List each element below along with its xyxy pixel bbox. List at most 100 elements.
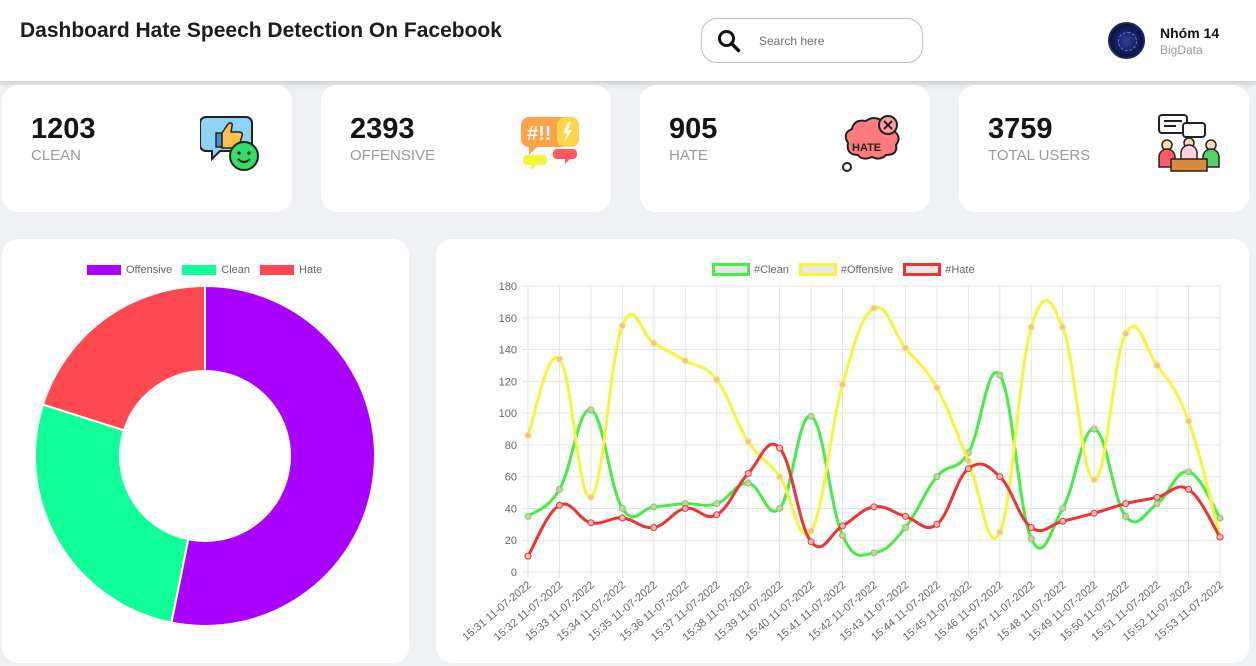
data-point-hate[interactable] — [1216, 533, 1224, 541]
clean-count: 1203 — [31, 113, 96, 145]
data-point-clean[interactable] — [618, 504, 626, 512]
donut-slice-offensive[interactable] — [170, 284, 376, 627]
legend-item-line-hate[interactable]: #Hate — [903, 263, 975, 276]
data-point-hate[interactable] — [870, 503, 878, 511]
line-chart[interactable]: 02040608010012014016018015:31 11-07-2022… — [436, 239, 1249, 663]
data-point-offensive[interactable] — [1027, 323, 1035, 331]
data-point-offensive[interactable] — [964, 457, 972, 465]
data-point-clean[interactable] — [901, 524, 909, 532]
donut-chart[interactable] — [2, 239, 409, 663]
data-point-clean[interactable] — [1090, 425, 1098, 433]
y-tick-label: 60 — [505, 472, 517, 484]
data-point-hate[interactable] — [1153, 493, 1161, 501]
data-point-offensive[interactable] — [807, 527, 815, 535]
data-point-offensive[interactable] — [681, 357, 689, 365]
avatar[interactable] — [1108, 22, 1145, 59]
legend-item-hate[interactable]: Hate — [260, 264, 322, 276]
data-point-clean[interactable] — [1059, 504, 1067, 512]
legend-item-line-clean[interactable]: #Clean — [712, 263, 789, 276]
data-point-offensive[interactable] — [618, 322, 626, 330]
data-point-offensive[interactable] — [713, 376, 721, 384]
total-users-count: 3759 — [988, 113, 1053, 145]
data-point-clean[interactable] — [1185, 468, 1193, 476]
legend-item-line-offensive[interactable]: #Offensive — [798, 263, 893, 276]
search-box[interactable] — [701, 18, 923, 63]
data-point-hate[interactable] — [964, 465, 972, 473]
hate-count: 905 — [669, 113, 718, 145]
data-point-offensive[interactable] — [1059, 323, 1067, 331]
data-point-offensive[interactable] — [933, 384, 941, 392]
data-point-clean[interactable] — [524, 512, 532, 520]
data-point-hate[interactable] — [807, 538, 815, 546]
data-point-clean[interactable] — [587, 406, 595, 414]
data-point-clean[interactable] — [933, 473, 941, 481]
search-input[interactable] — [759, 31, 909, 51]
data-point-hate[interactable] — [744, 469, 752, 477]
data-point-hate[interactable] — [587, 519, 595, 527]
people-chat-icon — [1158, 114, 1220, 172]
data-point-hate[interactable] — [839, 522, 847, 530]
data-point-clean[interactable] — [1153, 500, 1161, 508]
data-point-offensive[interactable] — [555, 355, 563, 363]
data-point-clean[interactable] — [807, 412, 815, 420]
data-point-hate[interactable] — [776, 444, 784, 452]
data-point-clean[interactable] — [650, 503, 658, 511]
donut-legend: Offensive Clean Hate — [87, 264, 332, 276]
data-point-hate[interactable] — [996, 473, 1004, 481]
data-point-clean[interactable] — [776, 504, 784, 512]
data-point-offensive[interactable] — [1122, 330, 1130, 338]
data-point-hate[interactable] — [1027, 524, 1035, 532]
data-point-clean[interactable] — [713, 500, 721, 508]
data-point-clean[interactable] — [1122, 512, 1130, 520]
data-point-hate[interactable] — [524, 552, 532, 560]
legend-label-hate: Hate — [299, 264, 323, 276]
y-tick-label: 160 — [499, 313, 517, 325]
data-point-offensive[interactable] — [587, 493, 595, 501]
data-point-clean[interactable] — [744, 479, 752, 487]
search-icon[interactable] — [717, 29, 741, 53]
legend-item-offensive[interactable]: Offensive — [87, 264, 172, 276]
offensive-label: OFFENSIVE — [350, 147, 436, 164]
legend-label-line-hate: #Hate — [945, 263, 975, 276]
legend-label-clean: Clean — [221, 264, 251, 276]
data-point-clean[interactable] — [1027, 535, 1035, 543]
data-point-clean[interactable] — [555, 485, 563, 493]
data-point-offensive[interactable] — [870, 304, 878, 312]
clean-label: CLEAN — [31, 147, 82, 164]
data-point-clean[interactable] — [839, 531, 847, 539]
data-point-hate[interactable] — [555, 501, 563, 509]
hashtag-chat-bubble-icon: #!! — [521, 117, 579, 170]
data-point-offensive[interactable] — [1090, 476, 1098, 484]
data-point-hate[interactable] — [713, 511, 721, 519]
thumbs-up-smile-icon — [200, 116, 259, 171]
data-point-hate[interactable] — [1090, 509, 1098, 517]
legend-swatch-clean — [182, 265, 217, 275]
data-point-offensive[interactable] — [996, 528, 1004, 536]
data-point-offensive[interactable] — [776, 473, 784, 481]
data-point-hate[interactable] — [650, 524, 658, 532]
data-point-clean[interactable] — [1216, 514, 1224, 522]
y-tick-label: 100 — [499, 408, 517, 420]
data-point-offensive[interactable] — [744, 438, 752, 446]
donut-slice-hate[interactable] — [41, 284, 206, 432]
line-legend: #Clean #Offensive #Hate — [712, 263, 985, 276]
data-point-hate[interactable] — [681, 504, 689, 512]
data-point-clean[interactable] — [996, 371, 1004, 379]
data-point-offensive[interactable] — [901, 344, 909, 352]
data-point-hate[interactable] — [1185, 485, 1193, 493]
top-bar: Dashboard Hate Speech Detection On Faceb… — [0, 0, 1256, 81]
offensive-card: 2393 OFFENSIVE #!! — [321, 85, 611, 212]
donut-slice-clean[interactable] — [34, 403, 190, 624]
data-point-hate[interactable] — [1059, 517, 1067, 525]
data-point-clean[interactable] — [870, 549, 878, 557]
data-point-offensive[interactable] — [839, 381, 847, 389]
legend-item-clean[interactable]: Clean — [182, 264, 250, 276]
data-point-hate[interactable] — [901, 512, 909, 520]
data-point-hate[interactable] — [1122, 500, 1130, 508]
data-point-offensive[interactable] — [1153, 361, 1161, 369]
data-point-offensive[interactable] — [650, 339, 658, 347]
data-point-offensive[interactable] — [524, 431, 532, 439]
data-point-hate[interactable] — [933, 520, 941, 528]
data-point-hate[interactable] — [618, 514, 626, 522]
data-point-offensive[interactable] — [1185, 417, 1193, 425]
